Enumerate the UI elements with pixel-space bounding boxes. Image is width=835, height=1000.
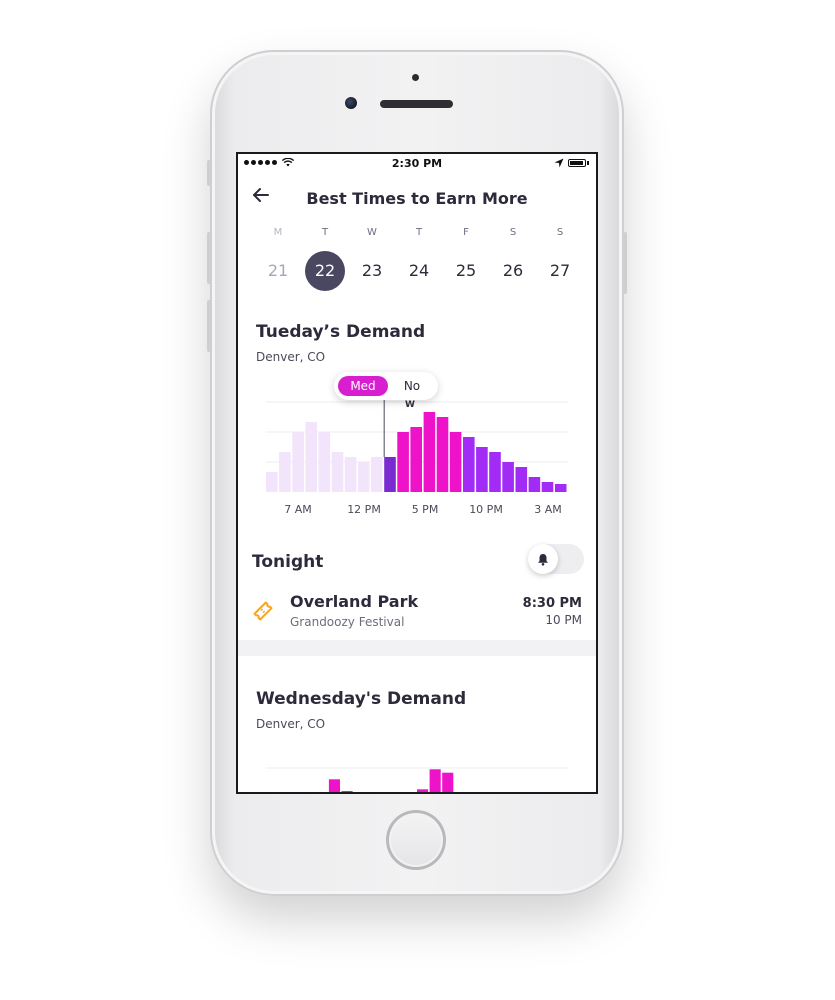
demand-tooltip: Med No [334,372,438,400]
preview-demand-bar [429,769,441,792]
day-23[interactable]: 23 [352,251,392,291]
future-demand-bar [423,412,436,492]
app-screen: 2:30 PM Best Times to Earn More M T W T … [236,152,598,794]
volume-down-button [207,300,211,352]
back-button[interactable] [252,184,270,208]
demand-title: Tueday’s Demand [256,322,426,342]
preview-demand-bar [417,789,429,792]
future-demand-bar [436,417,449,492]
past-demand-bar [318,432,331,492]
battery-cap [587,161,589,165]
future-demand-bar [541,482,554,492]
power-button [623,232,627,294]
event-subtitle: Grandoozy Festival [290,615,405,629]
next-demand-location: Denver, CO [256,717,326,731]
event-start-time: 8:30 PM [522,596,582,611]
preview-demand-bar [328,779,340,792]
proximity-sensor [412,74,419,81]
future-demand-bar [397,432,409,492]
future-demand-bar [449,432,462,492]
preview-demand-bar [442,772,454,792]
battery-icon [568,159,586,167]
x-axis-label: 5 PM [411,503,439,516]
demand-location: Denver, CO [256,350,326,364]
future-demand-bar [528,477,541,492]
day-letter-tue: T [321,227,329,238]
future-demand-bar [410,427,422,492]
preview-demand-bar [341,791,353,792]
past-demand-bar [371,457,383,492]
tooltip-no-label[interactable]: No [392,376,432,396]
future-demand-bar [489,452,501,492]
location-arrow-icon [554,158,564,168]
x-axis-label: 3 AM [534,503,562,516]
day-22[interactable]: 22 [305,251,345,291]
past-demand-bar [305,422,317,492]
day-25[interactable]: 25 [446,251,486,291]
future-demand-bar [476,447,488,492]
home-button[interactable] [386,810,446,870]
day-27[interactable]: 27 [540,251,580,291]
day-letter-wed: W [367,227,377,238]
mute-switch [207,160,211,186]
day-letter-mon: M [273,227,283,238]
past-demand-bar [292,432,304,492]
volume-up-button [207,232,211,284]
event-name: Overland Park [290,592,419,611]
earpiece-speaker [380,100,453,108]
past-demand-bar [279,452,291,492]
chart-marker-label: W [405,400,415,410]
day-21[interactable]: 21 [258,251,298,291]
toggle-knob [528,544,558,574]
day-letter-sun: S [556,227,564,238]
future-demand-bar [515,467,528,492]
front-camera [345,97,357,109]
day-letter-fri: F [463,227,469,238]
past-demand-bar [344,457,357,492]
current-demand-bar [384,457,396,492]
x-axis-label: 12 PM [347,503,381,516]
tonight-title: Tonight [252,552,324,572]
status-bar: 2:30 PM [238,154,596,174]
ticket-icon [253,601,273,621]
section-divider [238,640,596,656]
tooltip-med-pill[interactable]: Med [338,376,388,396]
demand-chart[interactable] [238,394,596,494]
arrow-left-icon [253,188,269,202]
day-26[interactable]: 26 [493,251,533,291]
bell-icon [538,553,548,566]
past-demand-bar [357,462,370,492]
notify-toggle[interactable] [528,544,584,574]
page-title: Best Times to Earn More [306,189,528,208]
event-end-time: 10 PM [545,613,582,627]
day-letter-sat: S [509,227,517,238]
past-demand-bar [266,472,278,492]
day-letter-thu: T [415,227,423,238]
future-demand-bar [554,484,567,492]
day-24[interactable]: 24 [399,251,439,291]
x-axis-label: 7 AM [284,503,312,516]
future-demand-bar [502,462,514,492]
next-demand-title: Wednesday's Demand [256,689,467,709]
past-demand-bar [331,452,344,492]
status-time: 2:30 PM [391,157,443,170]
future-demand-bar [463,437,475,492]
next-demand-chart[interactable] [238,766,596,794]
x-axis-label: 10 PM [469,503,503,516]
